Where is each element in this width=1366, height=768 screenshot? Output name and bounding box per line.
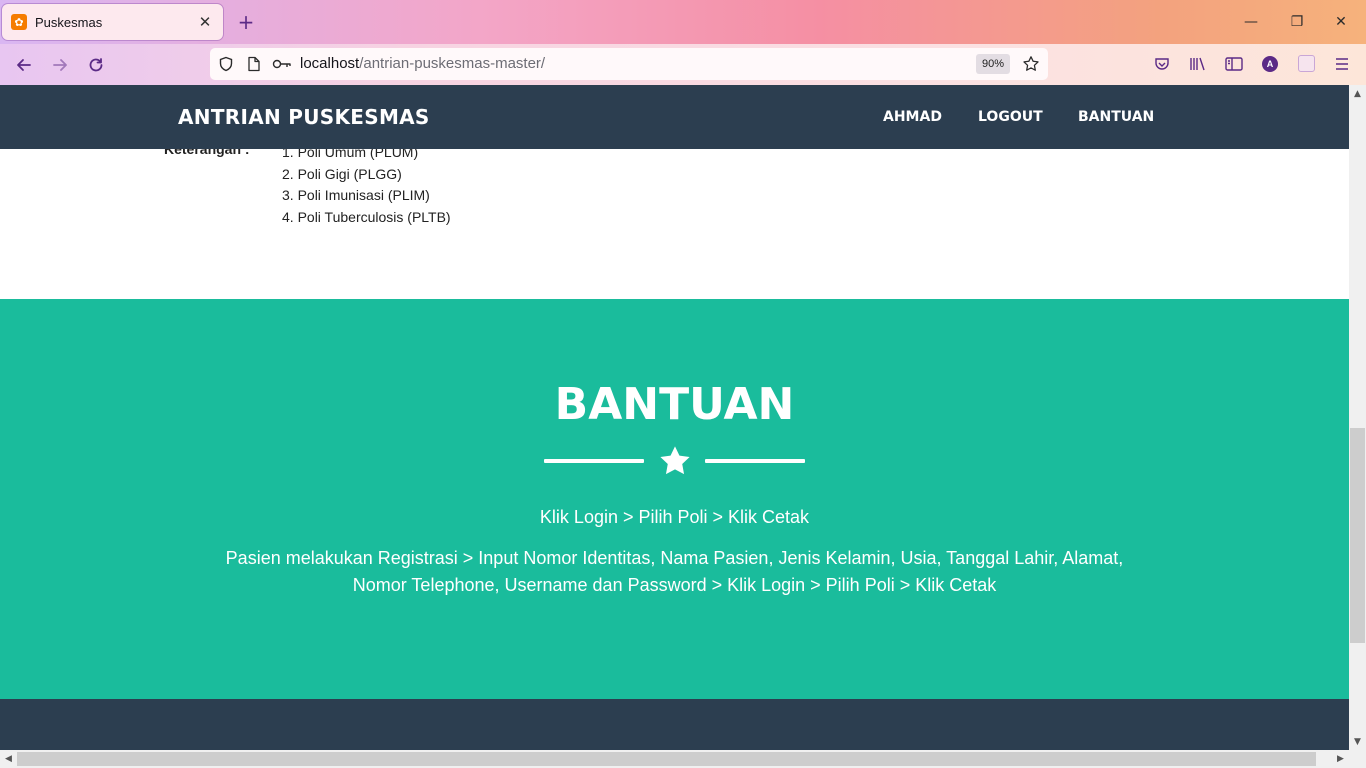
site-navbar: ANTRIAN PUSKESMAS AHMAD LOGOUT BANTUAN (0, 85, 1349, 149)
url-host: localhost (300, 55, 360, 72)
new-tab-button[interactable]: + (234, 10, 258, 34)
menu-link-logout[interactable]: LOGOUT (978, 109, 1043, 125)
profile-avatar[interactable]: A (1262, 56, 1278, 72)
vertical-scrollbar[interactable] (1349, 85, 1366, 750)
divider-line-right (705, 459, 805, 463)
list-item: 3. Poli Imunisasi (PLIM) (282, 187, 430, 204)
browser-tab-strip: ✿ Puskesmas ✕ + — ❐ ✕ (0, 0, 1366, 44)
bookmark-star-icon[interactable] (1020, 53, 1042, 75)
scroll-up-icon[interactable]: ▲ (1349, 85, 1366, 102)
bantuan-step-registrasi: Pasien melakukan Registrasi > Input Nomo… (225, 548, 1124, 595)
vertical-scroll-thumb[interactable] (1350, 428, 1365, 643)
horizontal-scroll-thumb[interactable] (17, 752, 1316, 766)
poli-list: 1. Poli Umum (PLUM) 2. Poli Gigi (PLGG) … (282, 142, 451, 229)
back-icon[interactable] (11, 52, 37, 78)
restore-button[interactable]: ❐ (1282, 8, 1312, 36)
scroll-down-icon[interactable]: ▼ (1349, 733, 1366, 750)
sidebar-icon[interactable] (1222, 52, 1246, 76)
minimize-button[interactable]: — (1236, 8, 1266, 36)
list-item: 4. Poli Tuberculosis (PLTB) (282, 209, 451, 226)
key-icon[interactable] (272, 54, 292, 74)
close-window-button[interactable]: ✕ (1326, 8, 1356, 36)
zoom-level-badge[interactable]: 90% (976, 54, 1010, 74)
shield-icon[interactable] (216, 54, 236, 74)
tab-close-icon[interactable]: ✕ (193, 10, 217, 34)
star-icon (655, 441, 695, 481)
menu-link-user[interactable]: AHMAD (883, 109, 942, 125)
url-text[interactable]: localhost/antrian-puskesmas-master/ (300, 55, 545, 72)
page-viewport: ANTRIAN PUSKESMAS AHMAD LOGOUT BANTUAN K… (0, 85, 1349, 750)
bantuan-section: BANTUAN Klik Login > Pilih Poli > Klik C… (0, 299, 1349, 699)
site-brand[interactable]: ANTRIAN PUSKESMAS (178, 105, 430, 129)
browser-tab[interactable]: ✿ Puskesmas ✕ (2, 4, 223, 40)
xampp-icon: ✿ (11, 14, 27, 30)
library-icon[interactable] (1186, 52, 1210, 76)
forward-icon[interactable] (47, 52, 73, 78)
site-footer (0, 699, 1349, 750)
page-icon[interactable] (244, 54, 264, 74)
url-bar[interactable]: localhost/antrian-puskesmas-master/ 90% (210, 48, 1048, 80)
scroll-right-icon[interactable]: ▶ (1332, 750, 1349, 768)
list-item: 2. Poli Gigi (PLGG) (282, 165, 402, 182)
scroll-left-icon[interactable]: ◀ (0, 750, 17, 768)
menu-icon[interactable] (1330, 52, 1354, 76)
pocket-icon[interactable] (1150, 52, 1174, 76)
menu-link-bantuan[interactable]: BANTUAN (1078, 109, 1154, 125)
reload-icon[interactable] (83, 52, 109, 78)
divider-line-left (544, 459, 644, 463)
bantuan-step-login: Klik Login > Pilih Poli > Klik Cetak (539, 507, 810, 527)
tab-title: Puskesmas (35, 14, 103, 30)
extension-icon[interactable] (1298, 55, 1315, 72)
bantuan-title: BANTUAN (554, 379, 795, 430)
url-path: /antrian-puskesmas-master/ (359, 55, 546, 72)
keterangan-section: Keterangan : 1. Poli Umum (PLUM) 2. Poli… (0, 141, 1349, 299)
